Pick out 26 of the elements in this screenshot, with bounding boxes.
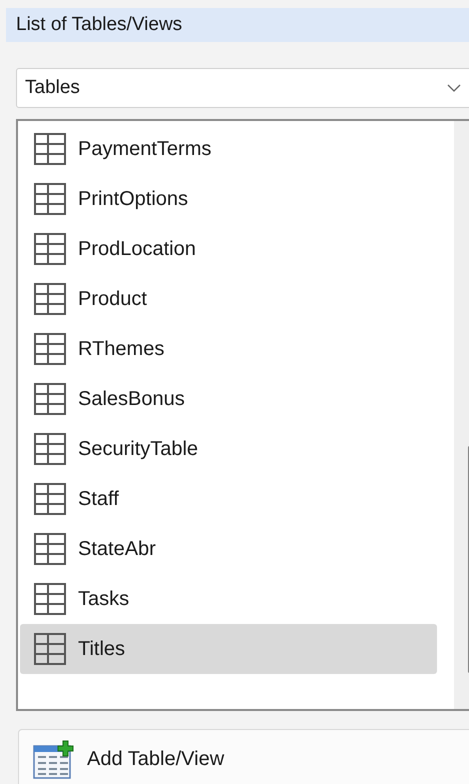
- add-table-view-button[interactable]: Add Table/View: [18, 729, 469, 784]
- table-icon: [34, 533, 66, 565]
- chevron-down-icon: [447, 84, 461, 92]
- table-icon: [34, 383, 66, 415]
- table-list-item[interactable]: Staff: [20, 474, 437, 524]
- table-list-item[interactable]: Tasks: [20, 574, 437, 624]
- table-icon: [34, 333, 66, 365]
- table-icon: [34, 183, 66, 215]
- table-type-dropdown[interactable]: Tables: [16, 68, 469, 108]
- table-icon: [34, 633, 66, 665]
- table-list-item[interactable]: ProdLocation: [20, 224, 437, 274]
- table-icon: [34, 433, 66, 465]
- table-icon: [34, 583, 66, 615]
- table-list-item[interactable]: Product: [20, 274, 437, 324]
- table-list-item[interactable]: Titles: [20, 624, 437, 674]
- table-list-item[interactable]: PaymentTerms: [20, 124, 437, 174]
- table-icon: [34, 233, 66, 265]
- table-list-item[interactable]: RThemes: [20, 324, 437, 374]
- panel-title: List of Tables/Views: [16, 12, 182, 37]
- table-icon: [34, 483, 66, 515]
- table-icon: [34, 133, 66, 165]
- table-list-item[interactable]: StateAbr: [20, 524, 437, 574]
- table-list-item[interactable]: SecurityTable: [20, 424, 437, 474]
- table-list-item[interactable]: PrintOptions: [20, 174, 437, 224]
- table-icon: [34, 283, 66, 315]
- table-list-item[interactable]: SalesBonus: [20, 374, 437, 424]
